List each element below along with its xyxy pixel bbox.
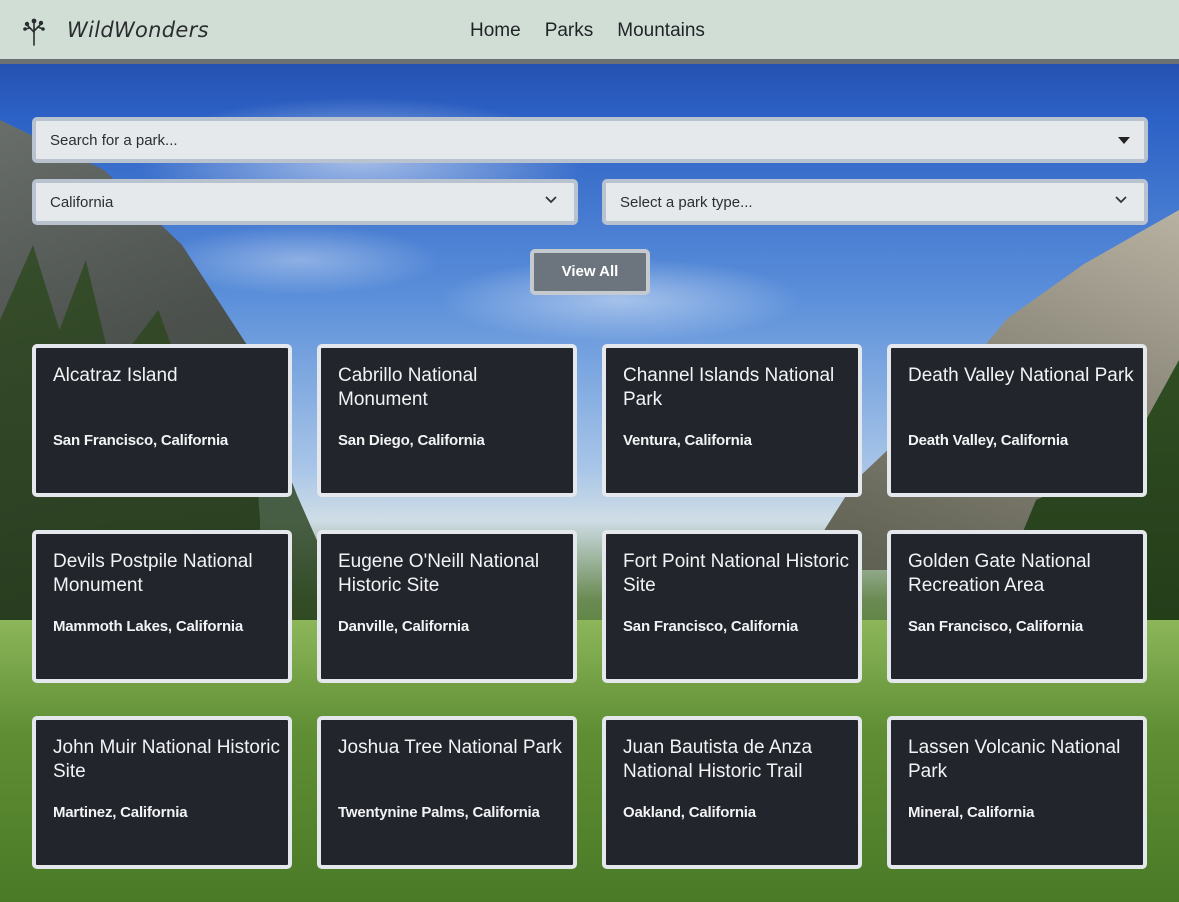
park-card-location: Danville, California: [338, 618, 470, 635]
park-card[interactable]: Cabrillo National Monument San Diego, Ca…: [317, 344, 577, 497]
chevron-down-icon: [545, 196, 557, 204]
park-card-name: Death Valley National Park: [908, 365, 1134, 386]
nav-home-link[interactable]: Home: [470, 20, 521, 42]
park-card-location: San Diego, California: [338, 432, 485, 449]
park-card[interactable]: Lassen Volcanic National Park Mineral, C…: [887, 716, 1147, 869]
state-select-value: California: [50, 194, 114, 211]
park-search-placeholder: Search for a park...: [50, 132, 178, 149]
park-search-dropdown[interactable]: Search for a park...: [32, 117, 1148, 163]
park-card[interactable]: Eugene O'Neill National Historic Site Da…: [317, 530, 577, 683]
park-type-select[interactable]: Select a park type...: [602, 179, 1148, 225]
nav-parks-link[interactable]: Parks: [545, 20, 594, 42]
park-card[interactable]: Channel Islands National Park Ventura, C…: [602, 344, 862, 497]
park-card[interactable]: John Muir National Historic Site Martine…: [32, 716, 292, 869]
park-card-location: Twentynine Palms, California: [338, 804, 540, 821]
park-card-name: Channel Islands National Park: [623, 365, 835, 410]
park-card[interactable]: Death Valley National Park Death Valley,…: [887, 344, 1147, 497]
park-card-location: San Francisco, California: [53, 432, 229, 449]
park-card-location: San Francisco, California: [623, 618, 799, 635]
park-card-location: Oakland, California: [623, 804, 756, 821]
tree-logo-icon[interactable]: [22, 18, 46, 46]
park-card[interactable]: Juan Bautista de Anza National Historic …: [602, 716, 862, 869]
park-card-name: Fort Point National Historic Site: [623, 551, 849, 596]
park-card[interactable]: Alcatraz Island San Francisco, Californi…: [32, 344, 292, 497]
park-card-name: Cabrillo National Monument: [338, 365, 478, 410]
park-card-name: Juan Bautista de Anza National Historic …: [623, 737, 813, 782]
park-card-location: Martinez, California: [53, 804, 188, 821]
top-navbar: WildWonders Home Parks Mountains: [0, 0, 1179, 64]
park-card-name: Joshua Tree National Park: [338, 737, 562, 758]
park-card[interactable]: Fort Point National Historic Site San Fr…: [602, 530, 862, 683]
caret-down-icon[interactable]: [1118, 137, 1130, 144]
park-card-location: Death Valley, California: [908, 432, 1068, 449]
park-card-name: John Muir National Historic Site: [53, 737, 281, 782]
brand-name[interactable]: WildWonders: [67, 18, 209, 42]
park-type-placeholder: Select a park type...: [620, 194, 753, 211]
view-all-button[interactable]: View All: [530, 249, 650, 295]
nav-mountains-link[interactable]: Mountains: [617, 20, 705, 42]
park-card[interactable]: Devils Postpile National Monument Mammot…: [32, 530, 292, 683]
park-card[interactable]: Golden Gate National Recreation Area San…: [887, 530, 1147, 683]
main-nav: Home Parks Mountains: [470, 20, 705, 42]
park-card-name: Eugene O'Neill National Historic Site: [338, 551, 540, 596]
park-card-location: Ventura, California: [623, 432, 752, 449]
park-card-location: Mineral, California: [908, 804, 1035, 821]
park-card-location: Mammoth Lakes, California: [53, 618, 244, 635]
park-card-name: Lassen Volcanic National Park: [908, 737, 1121, 782]
park-card-location: San Francisco, California: [908, 618, 1084, 635]
park-card-name: Golden Gate National Recreation Area: [908, 551, 1091, 596]
chevron-down-icon: [1115, 196, 1127, 204]
park-card-name: Devils Postpile National Monument: [53, 551, 253, 596]
park-card[interactable]: Joshua Tree National Park Twentynine Pal…: [317, 716, 577, 869]
park-card-name: Alcatraz Island: [53, 365, 178, 386]
state-select[interactable]: California: [32, 179, 578, 225]
